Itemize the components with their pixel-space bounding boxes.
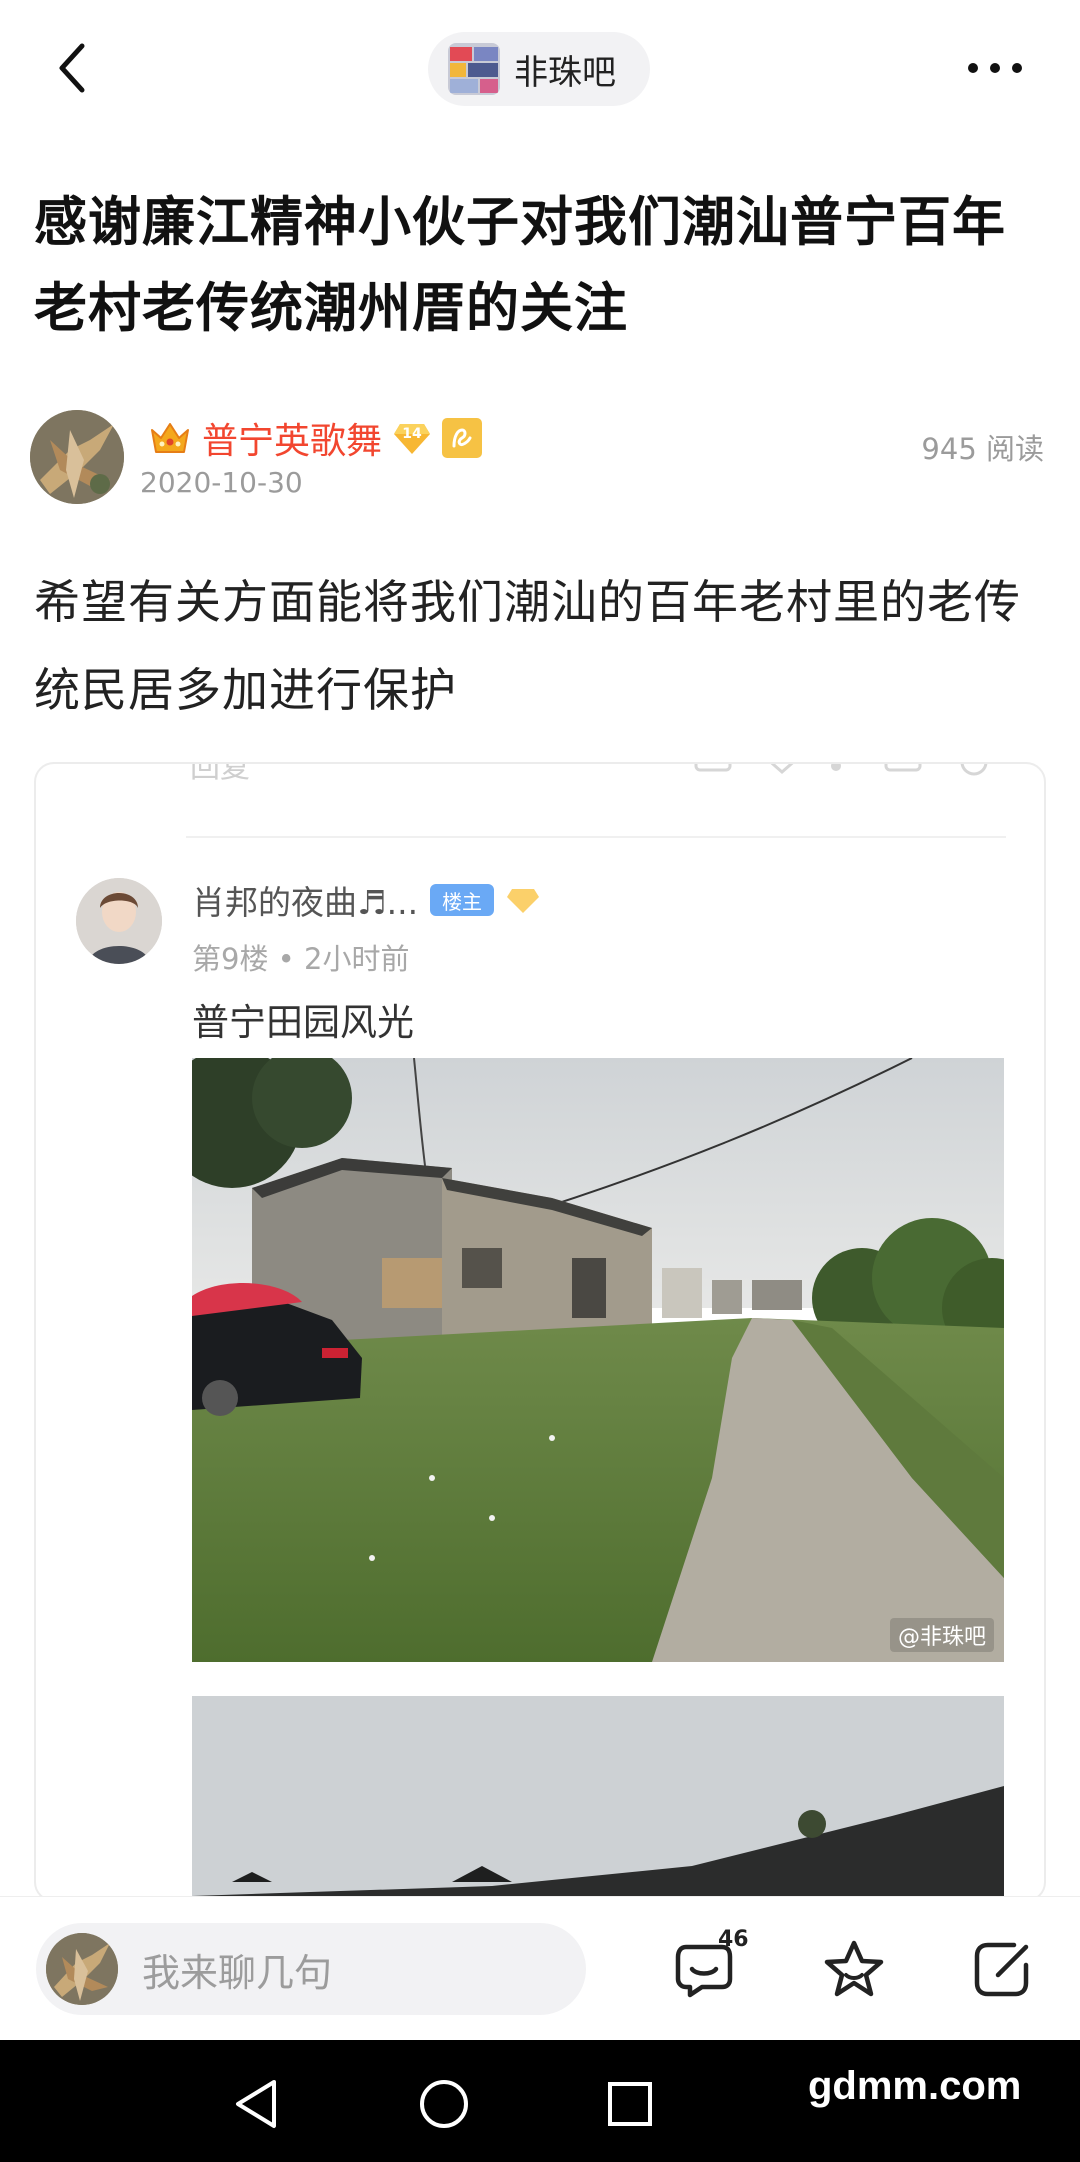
system-nav-bar: gdmm.com: [0, 2040, 1080, 2162]
author-line: 普宁英歌舞 14: [148, 412, 483, 464]
share-icon[interactable]: [970, 1937, 1034, 2001]
read-count: 945 阅读: [921, 432, 1044, 466]
star-icon[interactable]: [822, 1937, 886, 2001]
village-photo-2: [192, 1696, 1004, 1900]
comment-bar: 我来聊几句 46: [0, 1896, 1080, 2040]
nav-back-icon[interactable]: [226, 2074, 286, 2134]
reply-avatar: [76, 878, 162, 964]
village-photo: @非珠吧: [192, 1058, 1004, 1662]
more-button[interactable]: [960, 46, 1030, 90]
author-avatar[interactable]: [30, 410, 124, 504]
chevron-left-icon: [59, 43, 85, 93]
more-dots-icon: [968, 63, 1022, 73]
level-badge: 14: [392, 418, 432, 458]
owner-badge: 楼主: [430, 884, 495, 916]
forum-name: 非珠吧: [514, 52, 616, 93]
top-bar: 非珠吧: [0, 0, 1080, 138]
author-name[interactable]: 普宁英歌舞: [202, 412, 382, 464]
role-badge: [442, 418, 483, 458]
back-button[interactable]: [42, 38, 102, 98]
cut-toolbar-icons: [694, 764, 988, 776]
divider: [186, 836, 1006, 838]
reply-caption: 普宁田园风光: [192, 1001, 414, 1044]
forum-avatar: [448, 43, 500, 95]
cut-reply-text: 回复: [190, 762, 250, 785]
forum-link[interactable]: 非珠吧: [428, 32, 650, 106]
reply-user-line: 肖邦的夜曲♬... 楼主: [192, 876, 540, 924]
comment-count: 46: [718, 1927, 749, 1952]
post-date: 2020-10-30: [140, 466, 303, 499]
role-icon: [452, 428, 472, 448]
my-avatar: [46, 1933, 118, 2005]
nav-recents-icon[interactable]: [600, 2074, 660, 2134]
post-title: 感谢廉江精神小伙子对我们潮汕普宁百年老村老传统潮州厝的关注: [34, 192, 1006, 339]
reply-meta: 第9楼 • 2小时前: [192, 942, 410, 976]
site-watermark: gdmm.com: [808, 2064, 1022, 2108]
comment-input[interactable]: 我来聊几句: [36, 1923, 586, 2015]
photo-watermark: @非珠吧: [889, 1618, 994, 1652]
nav-home-icon[interactable]: [414, 2074, 474, 2134]
comment-placeholder: 我来聊几句: [142, 1950, 333, 1995]
embedded-screenshot[interactable]: 回复 肖邦的夜曲♬... 楼主 第9楼 • 2小时前 普宁田园风光 @非珠吧: [34, 762, 1046, 1902]
diamond-icon: [507, 889, 540, 913]
crown-icon: [151, 423, 189, 453]
level-number: 14: [402, 426, 422, 442]
post-body: 希望有关方面能将我们潮汕的百年老村里的老传统民居多加进行保护: [34, 575, 1021, 717]
reply-username: 肖邦的夜曲♬...: [192, 883, 419, 922]
